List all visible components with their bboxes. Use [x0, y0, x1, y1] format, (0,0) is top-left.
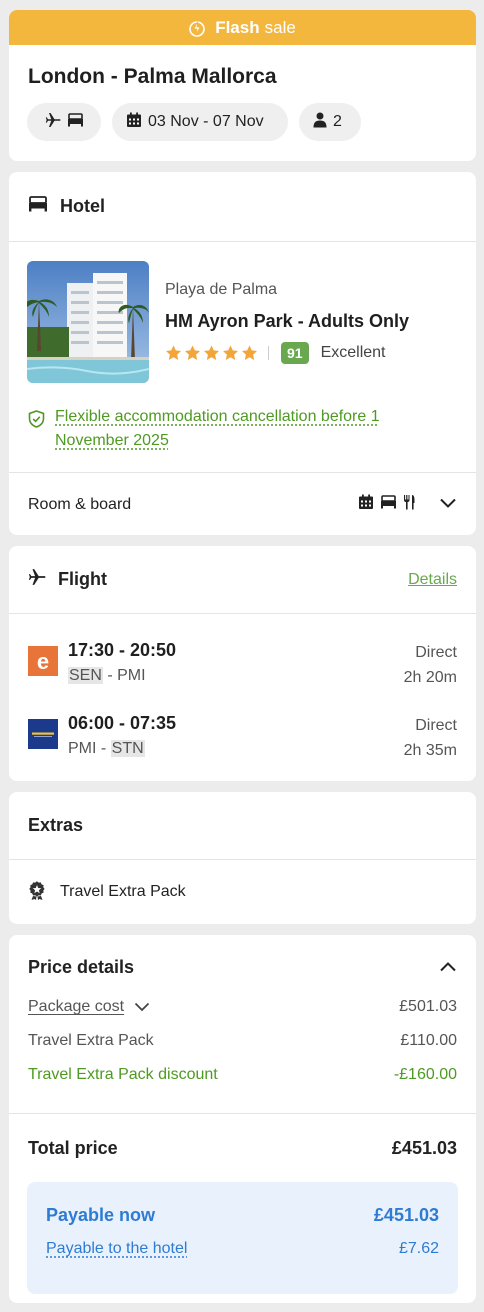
flight-stops: Direct — [415, 717, 457, 734]
chevron-down-icon[interactable] — [439, 496, 457, 514]
flight-details-link[interactable]: Details — [408, 571, 457, 589]
flight-duration: 2h 35m — [403, 742, 457, 759]
rating-divider — [268, 346, 269, 360]
flight-duration: 2h 20m — [403, 669, 457, 686]
hotel-rating: 91 Excellent — [165, 342, 409, 364]
flash-label: sale — [264, 17, 296, 37]
package-cost-value: £501.03 — [399, 998, 457, 1015]
hotel-section-title: Hotel — [60, 196, 105, 216]
trip-summary-card: Flash sale London - Palma Mallorca 03 No… — [9, 10, 476, 161]
star-icon — [203, 345, 220, 361]
chevron-up-icon[interactable] — [439, 957, 457, 978]
extras-card: Extras Travel Extra Pack — [9, 792, 476, 924]
extras-section-header: Extras — [9, 792, 476, 860]
flight-leg-outbound[interactable]: e 17:30 - 20:50 SEN - PMI Direct 2h 20m — [9, 640, 476, 713]
travellers-count: 2 — [333, 113, 342, 130]
total-price-value: £451.03 — [391, 1137, 457, 1158]
flight-section-header: Flight Details — [9, 546, 476, 614]
dates-chip[interactable]: 03 Nov - 07 Nov — [112, 103, 288, 141]
person-icon — [313, 112, 327, 133]
badge-icon — [28, 880, 46, 905]
easyjet-logo-icon: e — [28, 646, 58, 676]
shield-check-icon — [28, 410, 45, 433]
price-details-card: Price details Package cost £501.03 Trave… — [9, 935, 476, 1303]
payable-now-value: £451.03 — [373, 1205, 439, 1225]
cancellation-policy[interactable]: Flexible accommodation cancellation befo… — [9, 383, 476, 453]
calendar-icon — [126, 112, 142, 133]
ryanair-logo-icon — [28, 719, 58, 749]
arrival-airport: PMI — [117, 667, 146, 684]
star-icon — [241, 345, 258, 361]
discount-value: -£160.00 — [393, 1066, 457, 1083]
departure-airport: PMI — [68, 740, 97, 757]
price-details-header[interactable]: Price details — [9, 935, 476, 978]
trip-type-chip[interactable] — [27, 103, 101, 141]
flash-icon — [189, 19, 206, 37]
room-board-toggle[interactable]: Room & board — [9, 473, 476, 535]
cancellation-text[interactable]: Flexible accommodation cancellation befo… — [55, 405, 415, 453]
flash-label-bold: Flash — [215, 17, 260, 37]
extra-pack-row: Travel Extra Pack £110.00 — [9, 1024, 476, 1058]
star-icon — [165, 345, 182, 361]
plane-icon — [28, 568, 46, 591]
bed-icon — [67, 112, 84, 132]
payable-hotel-value: £7.62 — [398, 1240, 439, 1257]
price-section-title: Price details — [28, 957, 135, 977]
chevron-down-icon — [134, 1002, 150, 1012]
bed-icon — [28, 196, 48, 217]
total-price-row: Total price £451.03 — [9, 1114, 476, 1182]
review-score-label: Excellent — [320, 344, 386, 361]
extra-item: Travel Extra Pack — [9, 860, 476, 924]
star-icon — [222, 345, 239, 361]
package-cost-row: Package cost £501.03 — [9, 990, 476, 1024]
flight-route: PMI - STN — [68, 740, 145, 757]
total-price-label: Total price — [28, 1137, 118, 1158]
flight-card: Flight Details e 17:30 - 20:50 SEN - PMI… — [9, 546, 476, 781]
svg-text:e: e — [37, 649, 49, 674]
flight-times: 06:00 - 07:35 — [68, 713, 177, 733]
hotel-name[interactable]: HM Ayron Park - Adults Only — [165, 311, 409, 332]
calendar-icon — [358, 494, 374, 515]
flight-stops: Direct — [415, 644, 457, 661]
flight-route: SEN - PMI — [68, 667, 146, 684]
review-score-badge: 91 — [281, 342, 309, 364]
bed-icon — [380, 495, 397, 514]
flight-leg-return[interactable]: 06:00 - 07:35 PMI - STN Direct 2h 35m — [9, 713, 476, 781]
payable-hotel-label[interactable]: Payable to the hotel — [46, 1240, 187, 1258]
payable-now-row: Payable now £451.03 — [46, 1182, 439, 1226]
room-board-label: Room & board — [28, 495, 132, 513]
package-cost-toggle[interactable]: Package cost — [28, 998, 150, 1016]
flight-section-title: Flight — [58, 569, 107, 589]
discount-row: Travel Extra Pack discount -£160.00 — [9, 1058, 476, 1092]
arrival-airport: STN — [110, 740, 145, 757]
hotel-section-header: Hotel — [9, 172, 476, 242]
extra-item-label: Travel Extra Pack — [60, 883, 186, 900]
payable-now-label: Payable now — [46, 1205, 156, 1225]
hotel-card: Hotel Playa de Palma HM Ayron Park - Adu… — [9, 172, 476, 535]
flight-times: 17:30 - 20:50 — [68, 640, 177, 660]
departure-airport: SEN — [68, 667, 103, 684]
discount-label: Travel Extra Pack discount — [28, 1066, 218, 1083]
extra-pack-label: Travel Extra Pack — [28, 1032, 154, 1049]
star-icon — [184, 345, 201, 361]
extra-pack-value: £110.00 — [400, 1032, 457, 1049]
trip-title: London - Palma Mallorca — [28, 65, 277, 88]
extras-section-title: Extras — [28, 815, 84, 835]
hotel-area: Playa de Palma — [165, 281, 278, 298]
fork-knife-icon — [403, 494, 415, 515]
hotel-photo[interactable] — [27, 261, 149, 383]
travellers-chip[interactable]: 2 — [299, 103, 361, 141]
payable-hotel-row: Payable to the hotel £7.62 — [46, 1240, 439, 1258]
plane-icon — [45, 112, 61, 133]
flash-sale-banner: Flash sale — [9, 10, 476, 45]
package-cost-label: Package cost — [28, 998, 125, 1015]
dates-label: 03 Nov - 07 Nov — [148, 113, 264, 130]
payment-summary-box: Payable now £451.03 Payable to the hotel… — [27, 1182, 458, 1294]
